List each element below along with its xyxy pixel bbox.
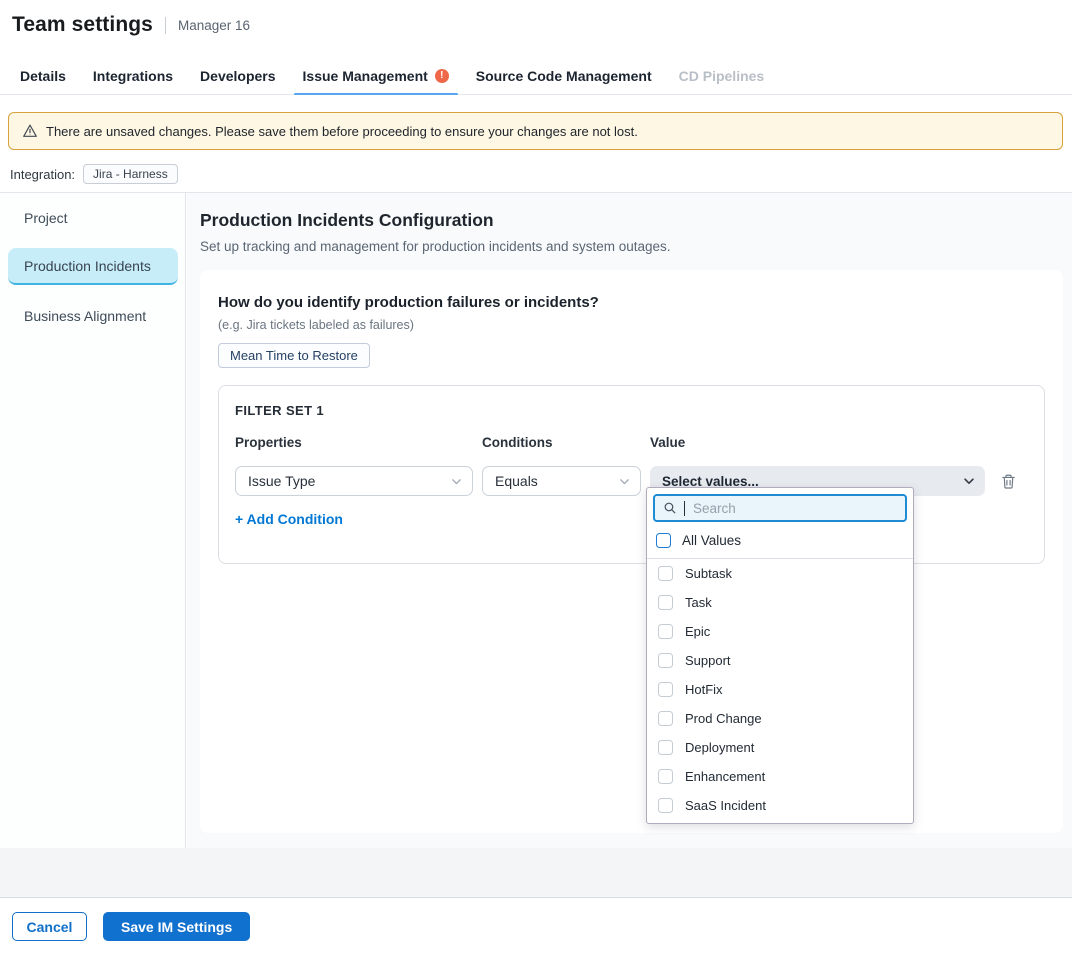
column-conditions: Conditions [482, 435, 641, 450]
dropdown-search-input[interactable]: Search [653, 494, 907, 522]
tab-label: Integrations [93, 68, 173, 84]
tab-developers[interactable]: Developers [198, 57, 277, 94]
option-label: Epic [685, 624, 710, 639]
search-icon [663, 501, 677, 515]
filter-set-box: FILTER SET 1 Properties Conditions Value… [218, 385, 1045, 564]
sidebar-item-label: Project [24, 210, 68, 226]
trash-icon [1000, 473, 1017, 490]
warning-triangle-icon [22, 123, 38, 139]
properties-select-value: Issue Type [248, 473, 315, 489]
option-label: SaaS Incident [685, 798, 766, 813]
chevron-down-icon [618, 475, 631, 488]
option-checkbox[interactable] [658, 740, 673, 755]
option-label: Subtask [685, 566, 732, 581]
option-label: Task [685, 595, 712, 610]
option-deployment[interactable]: Deployment [647, 733, 913, 762]
option-label: Deployment [685, 740, 754, 755]
option-checkbox[interactable] [658, 595, 673, 610]
option-saas-incident[interactable]: SaaS Incident [647, 791, 913, 820]
tab-bar: Details Integrations Developers Issue Ma… [0, 57, 1072, 95]
tab-issue-management[interactable]: Issue Management ! [301, 57, 451, 94]
chevron-down-icon [450, 475, 463, 488]
tab-integrations[interactable]: Integrations [91, 57, 175, 94]
page-subtitle: Manager 16 [165, 17, 250, 34]
tab-label: Source Code Management [476, 68, 652, 84]
add-condition-button[interactable]: + Add Condition [235, 511, 343, 527]
page-title: Team settings [12, 13, 153, 37]
option-checkbox[interactable] [658, 682, 673, 697]
option-hotfix[interactable]: HotFix [647, 675, 913, 704]
tab-source-code-management[interactable]: Source Code Management [474, 57, 654, 94]
option-support[interactable]: Support [647, 646, 913, 675]
tab-label: Issue Management [303, 68, 428, 84]
unsaved-changes-banner: There are unsaved changes. Please save t… [8, 112, 1063, 150]
option-checkbox[interactable] [658, 624, 673, 639]
settings-sidebar: Project Production Incidents Business Al… [0, 193, 186, 848]
column-properties: Properties [235, 435, 473, 450]
option-label: HotFix [685, 682, 723, 697]
alert-badge-icon: ! [435, 69, 449, 83]
properties-select[interactable]: Issue Type [235, 466, 473, 496]
team-settings-page: Team settings Manager 16 Details Integra… [0, 0, 1072, 956]
option-checkbox[interactable] [658, 769, 673, 784]
delete-filter-button[interactable] [994, 467, 1022, 495]
integration-label: Integration: [10, 167, 75, 182]
incidents-config-card: How do you identify production failures … [200, 270, 1063, 833]
option-checkbox[interactable] [658, 798, 673, 813]
active-tab-underline [294, 93, 458, 96]
integration-chip[interactable]: Jira - Harness [83, 164, 178, 184]
value-dropdown-panel: Search All Values Subtask Task Epic [646, 487, 914, 824]
conditions-select-value: Equals [495, 473, 538, 489]
option-enhancement[interactable]: Enhancement [647, 762, 913, 791]
search-placeholder: Search [693, 501, 736, 516]
filter-set-title: FILTER SET 1 [235, 403, 1028, 418]
save-im-settings-button[interactable]: Save IM Settings [103, 912, 250, 941]
option-label: All Values [682, 533, 741, 548]
option-checkbox[interactable] [658, 566, 673, 581]
integration-row: Integration: Jira - Harness [10, 164, 178, 184]
all-values-checkbox[interactable] [656, 533, 671, 548]
chevron-down-icon [962, 474, 976, 488]
section-subtitle: Set up tracking and management for produ… [200, 239, 671, 254]
sidebar-item-label: Production Incidents [24, 258, 151, 274]
option-checkbox[interactable] [658, 711, 673, 726]
option-label: Support [685, 653, 731, 668]
config-hint: (e.g. Jira tickets labeled as failures) [218, 318, 1045, 332]
option-prod-change[interactable]: Prod Change [647, 704, 913, 733]
sidebar-item-label: Business Alignment [24, 308, 146, 324]
option-task[interactable]: Task [647, 588, 913, 617]
option-customer-notification[interactable]: Customer Notification [647, 820, 913, 824]
sidebar-item-production-incidents[interactable]: Production Incidents [8, 248, 178, 285]
option-checkbox[interactable] [658, 653, 673, 668]
option-epic[interactable]: Epic [647, 617, 913, 646]
cancel-button[interactable]: Cancel [12, 912, 87, 941]
tab-label: CD Pipelines [679, 68, 765, 84]
tab-label: Details [20, 68, 66, 84]
option-all-values[interactable]: All Values [647, 527, 913, 554]
config-question: How do you identify production failures … [218, 294, 1045, 311]
column-value: Value [650, 435, 985, 450]
banner-message: There are unsaved changes. Please save t… [46, 124, 638, 139]
main-content: Production Incidents Configuration Set u… [187, 193, 1072, 848]
section-title: Production Incidents Configuration [200, 210, 494, 231]
footer-spacer-band [0, 848, 1072, 898]
tab-cd-pipelines: CD Pipelines [677, 57, 767, 94]
tab-label: Developers [200, 68, 275, 84]
conditions-select[interactable]: Equals [482, 466, 641, 496]
sidebar-item-business-alignment[interactable]: Business Alignment [24, 308, 146, 324]
page-header: Team settings Manager 16 [12, 13, 250, 37]
option-label: Enhancement [685, 769, 765, 784]
option-subtask[interactable]: Subtask [647, 559, 913, 588]
option-label: Prod Change [685, 711, 762, 726]
sidebar-item-project[interactable]: Project [24, 210, 68, 226]
metric-chip-mttr[interactable]: Mean Time to Restore [218, 343, 370, 368]
footer-action-bar: Cancel Save IM Settings [0, 899, 1072, 956]
tab-details[interactable]: Details [18, 57, 68, 94]
text-cursor [684, 501, 685, 516]
filter-column-headers: Properties Conditions Value [235, 435, 1028, 450]
